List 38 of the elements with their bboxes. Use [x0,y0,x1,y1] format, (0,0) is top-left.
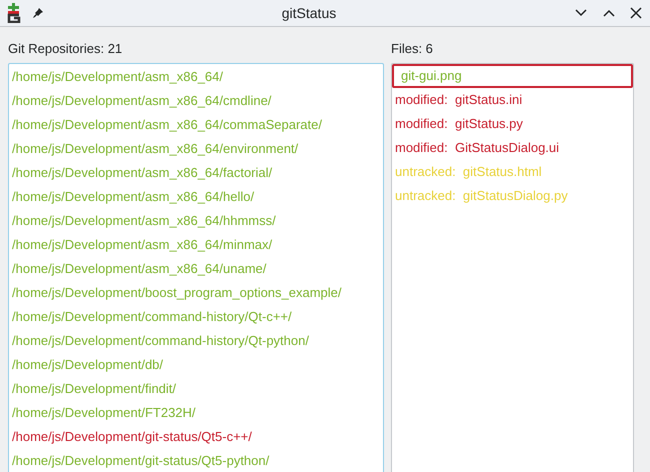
maximize-icon[interactable] [602,8,616,18]
file-entry: untracked: gitStatusDialog.py [395,187,568,206]
pin-icon[interactable] [32,7,44,19]
file-row[interactable]: modified: gitStatus.py [392,112,633,136]
file-entry: git-gui.png [401,67,462,86]
minimize-icon[interactable] [574,8,588,18]
repository-path[interactable]: /home/js/Development/asm_x86_64/commaSeparate/ [12,115,322,135]
file-list[interactable]: git-gui.png modified: gitStatus.ini modified: gitStatus.py modified: GitStatusDialog.ui untracked: gitStatus.html untracked: gitStatusDialog.py [391,63,634,472]
repository-path[interactable]: /home/js/Development/asm_x86_64/minmax/ [12,235,272,255]
repository-path[interactable]: /home/js/Development/asm_x86_64/hello/ [12,187,254,207]
repository-path[interactable]: /home/js/Development/asm_x86_64/hhmmss/ [12,211,276,231]
file-row[interactable]: modified: GitStatusDialog.ui [392,136,633,160]
repository-path[interactable]: /home/js/Development/asm_x86_64/uname/ [12,259,266,279]
repository-path[interactable]: /home/js/Development/git-status/Qt5-c++/ [12,427,252,447]
repository-path[interactable]: /home/js/Development/db/ [12,355,164,375]
repositories-label: Git Repositories: 21 [8,41,122,56]
repository-path[interactable]: /home/js/Development/FT232H/ [12,403,196,423]
file-entry: modified: gitStatus.py [395,115,523,134]
file-entry: untracked: gitStatus.html [395,163,542,182]
file-row[interactable]: git-gui.png [392,64,633,88]
close-icon[interactable] [630,7,642,19]
file-row[interactable]: untracked: gitStatusDialog.py [392,184,633,208]
repository-path[interactable]: /home/js/Development/asm_x86_64/factorial/ [12,163,272,183]
file-row[interactable]: untracked: gitStatus.html [392,160,633,184]
repository-path[interactable]: /home/js/Development/git-status/Qt5-python/ [12,451,270,471]
files-label: Files: 6 [391,41,433,56]
repository-path[interactable]: /home/js/Development/command-history/Qt-python/ [12,331,309,351]
repository-path[interactable]: /home/js/Development/findit/ [12,379,176,399]
repository-path[interactable]: /home/js/Development/asm_x86_64/environment/ [12,139,298,159]
repository-path[interactable]: /home/js/Development/boost_program_options_example/ [12,283,342,303]
repository-path[interactable]: /home/js/Development/command-history/Qt-c++/ [12,307,292,327]
file-row[interactable]: modified: gitStatus.ini [392,88,633,112]
file-entry: modified: gitStatus.ini [395,91,522,110]
repository-path[interactable]: /home/js/Development/asm_x86_64/cmdline/ [12,91,272,111]
repository-path[interactable]: /home/js/Development/asm_x86_64/ [12,67,224,87]
file-entry: modified: GitStatusDialog.ui [395,139,560,158]
window-title: gitStatus [282,4,336,20]
app-icon [6,3,22,23]
